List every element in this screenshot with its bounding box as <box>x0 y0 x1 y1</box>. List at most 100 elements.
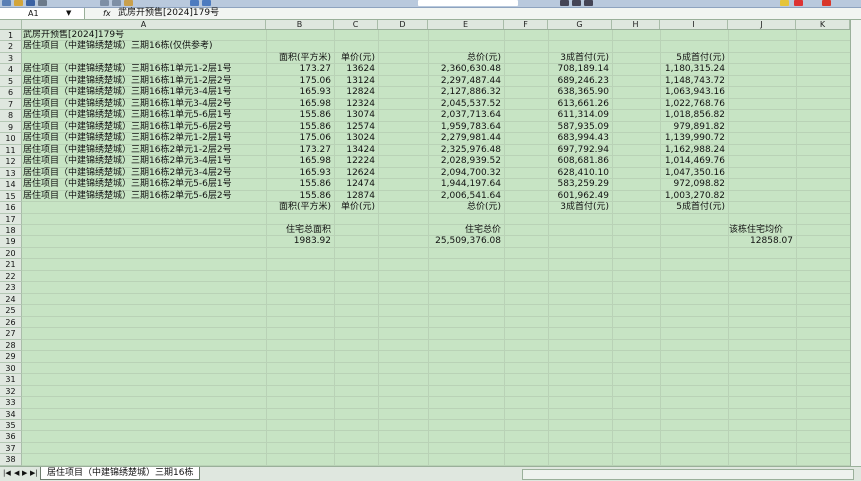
cell-C15[interactable]: 12874 <box>334 191 375 202</box>
cell-A7[interactable]: 居住项目（中建锦绣楚城）三期16栋1单元3-4层2号 <box>23 99 232 110</box>
row-cells[interactable] <box>22 374 861 386</box>
cell-G5[interactable]: 689,246.23 <box>548 76 609 87</box>
row-cells[interactable]: 面积(平方米) 单价(元) 总价(元) 3成首付(元) 5成首付(元) <box>22 202 861 214</box>
row-number[interactable]: 20 <box>0 247 22 260</box>
new-icon[interactable] <box>2 0 11 6</box>
row-cells[interactable]: 居住项目（中建锦绣楚城）三期16栋1单元1-2层1号 173.27 13624 2,3… <box>22 64 861 76</box>
row-number[interactable]: 21 <box>0 259 22 271</box>
row-number[interactable]: 1 <box>0 30 22 42</box>
row-number[interactable]: 6 <box>0 87 22 99</box>
cell-E4[interactable]: 2,360,630.48 <box>428 64 501 75</box>
row-number[interactable]: 11 <box>0 144 22 157</box>
row-number[interactable]: 36 <box>0 431 22 443</box>
cell-G6[interactable]: 638,365.90 <box>548 87 609 98</box>
row-number[interactable]: 38 <box>0 454 22 466</box>
row-number[interactable]: 22 <box>0 270 22 283</box>
row-number[interactable]: 9 <box>0 121 22 134</box>
paste-icon[interactable] <box>124 0 133 6</box>
column-header[interactable]: G <box>548 20 612 29</box>
row-cells[interactable]: 居住项目（中建锦绣楚城）三期16栋1单元5-6层2号 155.86 12574 1,9… <box>22 121 861 134</box>
horizontal-scrollbar[interactable] <box>522 469 854 480</box>
row-number[interactable]: 12 <box>0 156 22 168</box>
row-cells[interactable] <box>22 339 861 352</box>
cell-E11[interactable]: 2,325,976.48 <box>428 145 501 156</box>
column-header[interactable]: A <box>22 20 266 29</box>
name-box[interactable]: A1 ▼ <box>0 8 85 19</box>
cell-B9[interactable]: 155.86 <box>266 122 332 133</box>
cell-E18[interactable]: 住宅总价 <box>428 225 501 236</box>
row-cells[interactable]: 居住项目（中建锦绣楚城）三期16栋1单元5-6层1号 155.86 13074 2,0… <box>22 110 861 122</box>
cell-I8[interactable]: 1,018,856.82 <box>660 110 725 121</box>
italic-icon[interactable] <box>572 0 581 6</box>
cell-E9[interactable]: 1,959,783.64 <box>428 122 501 133</box>
row-cells[interactable] <box>22 247 861 260</box>
column-header[interactable]: D <box>378 20 428 29</box>
cell-C16[interactable]: 单价(元) <box>334 202 375 213</box>
cell-G13[interactable]: 628,410.10 <box>548 168 609 179</box>
row-cells[interactable] <box>22 293 861 306</box>
cell-C6[interactable]: 12824 <box>334 87 375 98</box>
row-number[interactable]: 35 <box>0 419 22 432</box>
row-cells[interactable] <box>22 316 861 329</box>
row-cells[interactable] <box>22 259 861 271</box>
row-number[interactable]: 14 <box>0 179 22 191</box>
select-all-corner[interactable] <box>0 20 22 29</box>
cell-I11[interactable]: 1,162,988.24 <box>660 145 725 156</box>
cell-B13[interactable]: 165.93 <box>266 168 332 179</box>
cell-B11[interactable]: 173.27 <box>266 145 332 156</box>
row-number[interactable]: 30 <box>0 362 22 375</box>
row-cells[interactable] <box>22 431 861 443</box>
cell-E8[interactable]: 2,037,713.64 <box>428 110 501 121</box>
row-cells[interactable] <box>22 397 861 409</box>
row-cells[interactable] <box>22 442 861 455</box>
cell-E5[interactable]: 2,297,487.44 <box>428 76 501 87</box>
cell-C10[interactable]: 13024 <box>334 133 375 144</box>
row-cells[interactable] <box>22 270 861 283</box>
cell-A10[interactable]: 居住项目（中建锦绣楚城）三期16栋2单元1-2层1号 <box>23 133 232 144</box>
row-cells[interactable] <box>22 408 861 420</box>
row-cells[interactable] <box>22 385 861 398</box>
next-sheet-icon[interactable]: ▶ <box>22 468 27 479</box>
row-cells[interactable] <box>22 305 861 317</box>
cell-G10[interactable]: 683,994.43 <box>548 133 609 144</box>
column-header[interactable]: J <box>728 20 796 29</box>
cell-E10[interactable]: 2,279,981.44 <box>428 133 501 144</box>
cell-B14[interactable]: 155.86 <box>266 179 332 190</box>
cell-B16[interactable]: 面积(平方米) <box>266 202 331 213</box>
cell-C9[interactable]: 12574 <box>334 122 375 133</box>
cell-G7[interactable]: 613,661.26 <box>548 99 609 110</box>
cell-C4[interactable]: 13624 <box>334 64 375 75</box>
cell-A5[interactable]: 居住项目（中建锦绣楚城）三期16栋1单元1-2层2号 <box>23 76 232 87</box>
cell-I12[interactable]: 1,014,469.76 <box>660 156 725 167</box>
cell-I4[interactable]: 1,180,315.24 <box>660 64 725 75</box>
cell-E16[interactable]: 总价(元) <box>428 202 501 213</box>
row-number[interactable]: 28 <box>0 339 22 352</box>
cell-E12[interactable]: 2,028,939.52 <box>428 156 501 167</box>
cell-A8[interactable]: 居住项目（中建锦绣楚城）三期16栋1单元5-6层1号 <box>23 110 232 121</box>
cell-G4[interactable]: 708,189.14 <box>548 64 609 75</box>
row-number[interactable]: 8 <box>0 110 22 122</box>
row-number[interactable]: 25 <box>0 305 22 317</box>
cell-B4[interactable]: 173.27 <box>266 64 332 75</box>
cell-A9[interactable]: 居住项目（中建锦绣楚城）三期16栋1单元5-6层2号 <box>23 122 232 133</box>
cell-C7[interactable]: 12324 <box>334 99 375 110</box>
row-number[interactable]: 27 <box>0 328 22 340</box>
cut-icon[interactable] <box>100 0 109 6</box>
cell-E13[interactable]: 2,094,700.32 <box>428 168 501 179</box>
row-number[interactable]: 19 <box>0 236 22 248</box>
row-number[interactable]: 31 <box>0 374 22 386</box>
last-sheet-icon[interactable]: ▶| <box>30 468 38 479</box>
cell-E14[interactable]: 1,944,197.64 <box>428 179 501 190</box>
column-header[interactable]: C <box>334 20 378 29</box>
row-cells[interactable]: 居住项目（中建锦绣楚城）三期16栋2单元1-2层2号 173.27 13424 2,3… <box>22 144 861 157</box>
cell-E19[interactable]: 25,509,376.08 <box>428 236 501 247</box>
row-cells[interactable]: 居住项目（中建锦绣楚城）三期16栋2单元5-6层2号 155.86 12874 2,0… <box>22 190 861 203</box>
cell-A4[interactable]: 居住项目（中建锦绣楚城）三期16栋1单元1-2层1号 <box>23 64 232 75</box>
row-cells[interactable]: 居住项目（中建锦绣楚城）三期16栋2单元5-6层1号 155.86 12474 1,9… <box>22 179 861 191</box>
row-cells[interactable]: 住宅总面积 住宅总价 该栋住宅均价 <box>22 224 861 237</box>
cell-C13[interactable]: 12624 <box>334 168 375 179</box>
row-number[interactable]: 10 <box>0 133 22 145</box>
cell-B5[interactable]: 175.06 <box>266 76 332 87</box>
cell-I14[interactable]: 972,098.82 <box>660 179 725 190</box>
row-number[interactable]: 7 <box>0 98 22 111</box>
